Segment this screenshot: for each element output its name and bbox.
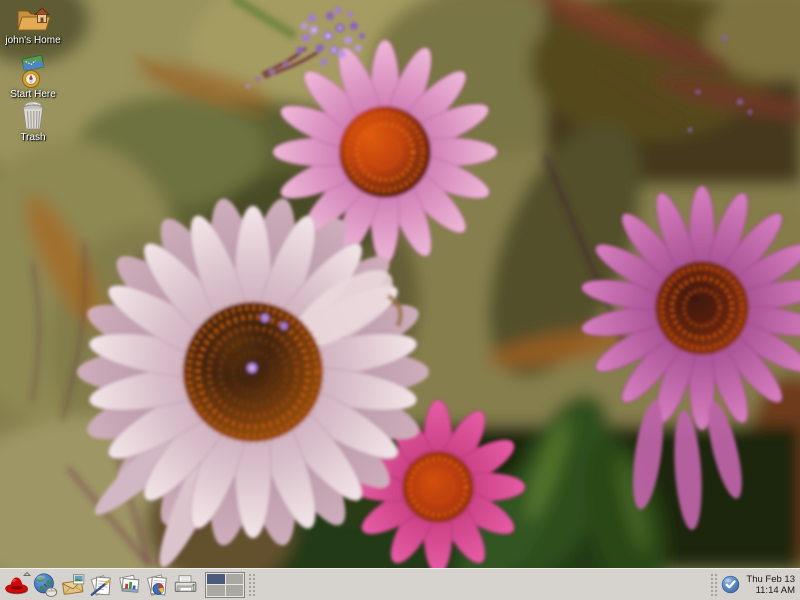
menu-arrow-icon xyxy=(24,572,30,575)
presentation-button[interactable] xyxy=(115,571,143,599)
bottom-panel: Thu Feb 13 11:14 AM xyxy=(0,568,800,600)
workspace-4[interactable] xyxy=(226,585,244,596)
clock-date: Thu Feb 13 xyxy=(746,574,795,585)
documents-pen-icon xyxy=(88,572,114,598)
globe-mouse-icon xyxy=(32,572,58,598)
red-hat-menu-icon xyxy=(3,571,31,599)
wallpaper-image xyxy=(0,0,800,568)
home-folder-icon xyxy=(15,4,51,34)
start-here-icon xyxy=(18,55,48,88)
redhat-network-update-icon xyxy=(721,575,740,594)
slide-barchart-icon xyxy=(116,572,142,598)
workspace-3[interactable] xyxy=(207,585,225,596)
print-manager-button[interactable] xyxy=(171,571,199,599)
desktop-icon-start-here[interactable]: Start Here xyxy=(0,55,66,100)
desktop-icon-label: john's Home xyxy=(5,35,60,46)
email-button[interactable] xyxy=(59,571,87,599)
word-processor-button[interactable] xyxy=(87,571,115,599)
desktop-icon-home[interactable]: john's Home xyxy=(0,4,66,46)
desktop-icon-label: Trash xyxy=(20,132,45,143)
notification-area-handle[interactable] xyxy=(710,573,717,597)
workspace-1[interactable] xyxy=(207,574,225,585)
clock-time: 11:14 AM xyxy=(746,585,795,596)
spreadsheet-button[interactable] xyxy=(143,571,171,599)
workspace-switcher[interactable] xyxy=(205,572,245,598)
printer-icon xyxy=(172,572,198,598)
web-browser-button[interactable] xyxy=(31,571,59,599)
panel-clock[interactable]: Thu Feb 13 11:14 AM xyxy=(746,574,797,596)
trash-icon xyxy=(18,98,48,131)
desktop-icon-trash[interactable]: Trash xyxy=(0,98,66,143)
envelope-photo-icon xyxy=(60,572,86,598)
panel-drag-handle[interactable] xyxy=(248,573,255,597)
paper-piechart-icon xyxy=(144,572,170,598)
update-notifier[interactable] xyxy=(720,575,740,595)
main-menu-button[interactable] xyxy=(3,571,31,599)
desktop-screen: john's Home Start Here Trash xyxy=(0,0,800,600)
workspace-2[interactable] xyxy=(226,574,244,585)
